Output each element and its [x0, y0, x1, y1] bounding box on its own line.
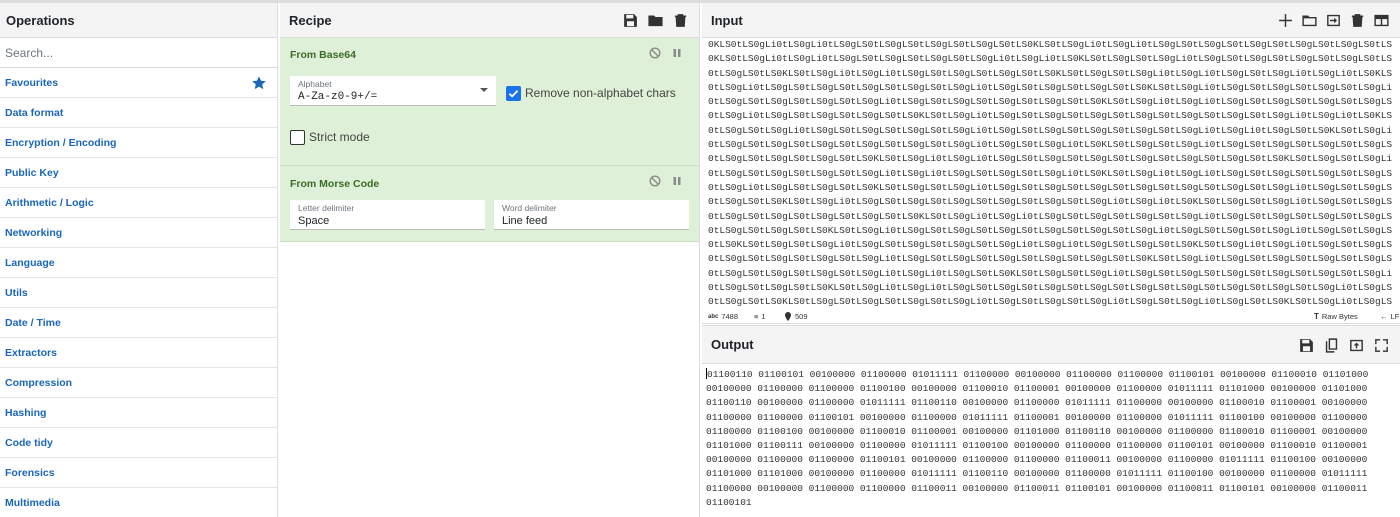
save-icon[interactable] — [1298, 337, 1315, 354]
file-import-icon[interactable] — [1325, 12, 1342, 29]
category-data-format[interactable]: Data format — [0, 98, 277, 128]
fullscreen-icon[interactable] — [1373, 337, 1390, 354]
trash-icon[interactable] — [1349, 12, 1366, 29]
line-count: ≡ 1 — [754, 312, 766, 321]
cursor-position: 509 — [784, 312, 808, 321]
check-icon — [508, 90, 519, 98]
input-textarea[interactable]: 0KLS0tLS0gLi0tLS0gLi0tLS0gLS0tLS0gLS0tLS… — [708, 38, 1396, 308]
star-icon — [252, 76, 266, 90]
search-input[interactable] — [0, 38, 277, 67]
output-textarea[interactable]: 01100110 01100101 00100000 01100000 0101… — [706, 368, 1396, 513]
chars-icon: abc — [708, 313, 719, 320]
category-label: Favourites — [5, 77, 59, 89]
input-panel: Input 0KLS0tLS0gLi0tLS0gLi0tLS0gLS0tLS0g… — [702, 3, 1400, 324]
copy-icon[interactable] — [1323, 337, 1340, 354]
category-label: Date / Time — [5, 317, 61, 329]
op-title: From Base64 — [290, 49, 356, 61]
category-label: Multimedia — [5, 497, 60, 509]
lines-icon: ≡ — [754, 312, 759, 321]
op-title: From Morse Code — [290, 178, 380, 190]
eol-label: LF — [1390, 312, 1400, 321]
category-label: Data format — [5, 107, 64, 119]
category-encryption-encoding[interactable]: Encryption / Encoding — [0, 128, 277, 158]
input-title: Input — [711, 13, 743, 28]
output-title: Output — [711, 337, 754, 352]
trash-icon[interactable] — [672, 12, 689, 29]
search-wrapper — [0, 38, 277, 68]
category-utils[interactable]: Utils — [0, 278, 277, 308]
recipe-header: Recipe — [280, 3, 699, 38]
category-label: Networking — [5, 227, 63, 239]
raw-bytes-button[interactable]: T Raw Bytes — [1314, 312, 1358, 321]
char-count: abc 7488 — [708, 312, 738, 321]
folder-open-icon[interactable] — [1301, 12, 1318, 29]
letter-delimiter-label: Letter delimiter — [298, 203, 355, 213]
word-delimiter-label: Word delimiter — [502, 203, 557, 213]
output-header: Output — [702, 326, 1400, 364]
alphabet-label: Alphabet — [298, 79, 332, 89]
category-label: Extractors — [5, 347, 57, 359]
category-label: Forensics — [5, 467, 55, 479]
return-arrow-icon: ← — [1380, 312, 1388, 321]
recipe-title: Recipe — [289, 13, 332, 28]
category-label: Code tidy — [5, 437, 53, 449]
category-hashing[interactable]: Hashing — [0, 398, 277, 428]
word-delimiter-value: Line feed — [502, 215, 548, 227]
category-label: Public Key — [5, 167, 59, 179]
chevron-down-icon — [480, 88, 488, 92]
word-delimiter-field[interactable]: Word delimiter Line feed — [494, 200, 689, 230]
operations-title: Operations — [0, 3, 277, 38]
category-language[interactable]: Language — [0, 248, 277, 278]
recipe-panel: Recipe From Base64 Alphabet A-Za-z0-9+/=… — [280, 3, 700, 517]
char-count-value: 7488 — [721, 312, 739, 321]
category-label: Compression — [5, 377, 73, 389]
pause-icon[interactable] — [671, 47, 683, 59]
layout-icon[interactable] — [1373, 12, 1390, 29]
input-header: Input — [702, 3, 1400, 38]
category-compression[interactable]: Compression — [0, 368, 277, 398]
letter-delimiter-field[interactable]: Letter delimiter Space — [290, 200, 485, 230]
strict-mode-label: Strict mode — [309, 130, 370, 144]
category-networking[interactable]: Networking — [0, 218, 277, 248]
category-date-time[interactable]: Date / Time — [0, 308, 277, 338]
category-label: Utils — [5, 287, 28, 299]
op-from-base64[interactable]: From Base64 Alphabet A-Za-z0-9+/= Remove… — [280, 38, 699, 166]
operations-panel: Operations Favourites Data format Encryp… — [0, 3, 278, 517]
input-status-bar: abc 7488 ≡ 1 509 T Raw Bytes ← LF — [702, 309, 1400, 324]
alphabet-select[interactable]: Alphabet A-Za-z0-9+/= — [290, 76, 496, 106]
add-icon[interactable] — [1277, 12, 1294, 29]
disable-icon[interactable] — [649, 175, 661, 187]
pause-icon[interactable] — [671, 175, 683, 187]
disable-icon[interactable] — [649, 47, 661, 59]
op-from-morse-code[interactable]: From Morse Code Letter delimiter Space W… — [280, 166, 699, 242]
category-list: Favourites Data format Encryption / Enco… — [0, 68, 277, 517]
category-label: Hashing — [5, 407, 47, 419]
output-panel: Output 01100110 01100101 00100000 011000… — [702, 325, 1400, 517]
text-size-icon: T — [1314, 312, 1319, 321]
save-icon[interactable] — [622, 12, 639, 29]
letter-delimiter-value: Space — [298, 215, 330, 227]
category-favourites[interactable]: Favourites — [0, 68, 277, 98]
remove-non-alphabet-checkbox[interactable] — [506, 86, 521, 101]
category-label: Language — [5, 257, 55, 269]
replace-input-icon[interactable] — [1348, 337, 1365, 354]
alphabet-value: A-Za-z0-9+/= — [298, 91, 378, 103]
output-value: 01100110 01100101 00100000 01100000 0101… — [706, 369, 1369, 508]
remove-non-alphabet-label: Remove non-alphabet chars — [525, 86, 676, 100]
category-arithmetic-logic[interactable]: Arithmetic / Logic — [0, 188, 277, 218]
raw-bytes-label: Raw Bytes — [1321, 312, 1358, 321]
line-count-value: 1 — [761, 312, 766, 321]
eol-button[interactable]: ← LF — [1380, 312, 1399, 321]
category-label: Encryption / Encoding — [5, 137, 117, 149]
folder-icon[interactable] — [647, 12, 664, 29]
cursor-position-value: 509 — [795, 312, 808, 321]
category-forensics[interactable]: Forensics — [0, 458, 277, 488]
category-public-key[interactable]: Public Key — [0, 158, 277, 188]
category-label: Arithmetic / Logic — [5, 197, 94, 209]
location-icon — [785, 312, 791, 321]
category-multimedia[interactable]: Multimedia — [0, 488, 277, 517]
category-code-tidy[interactable]: Code tidy — [0, 428, 277, 458]
category-extractors[interactable]: Extractors — [0, 338, 277, 368]
strict-mode-checkbox[interactable] — [290, 130, 305, 145]
